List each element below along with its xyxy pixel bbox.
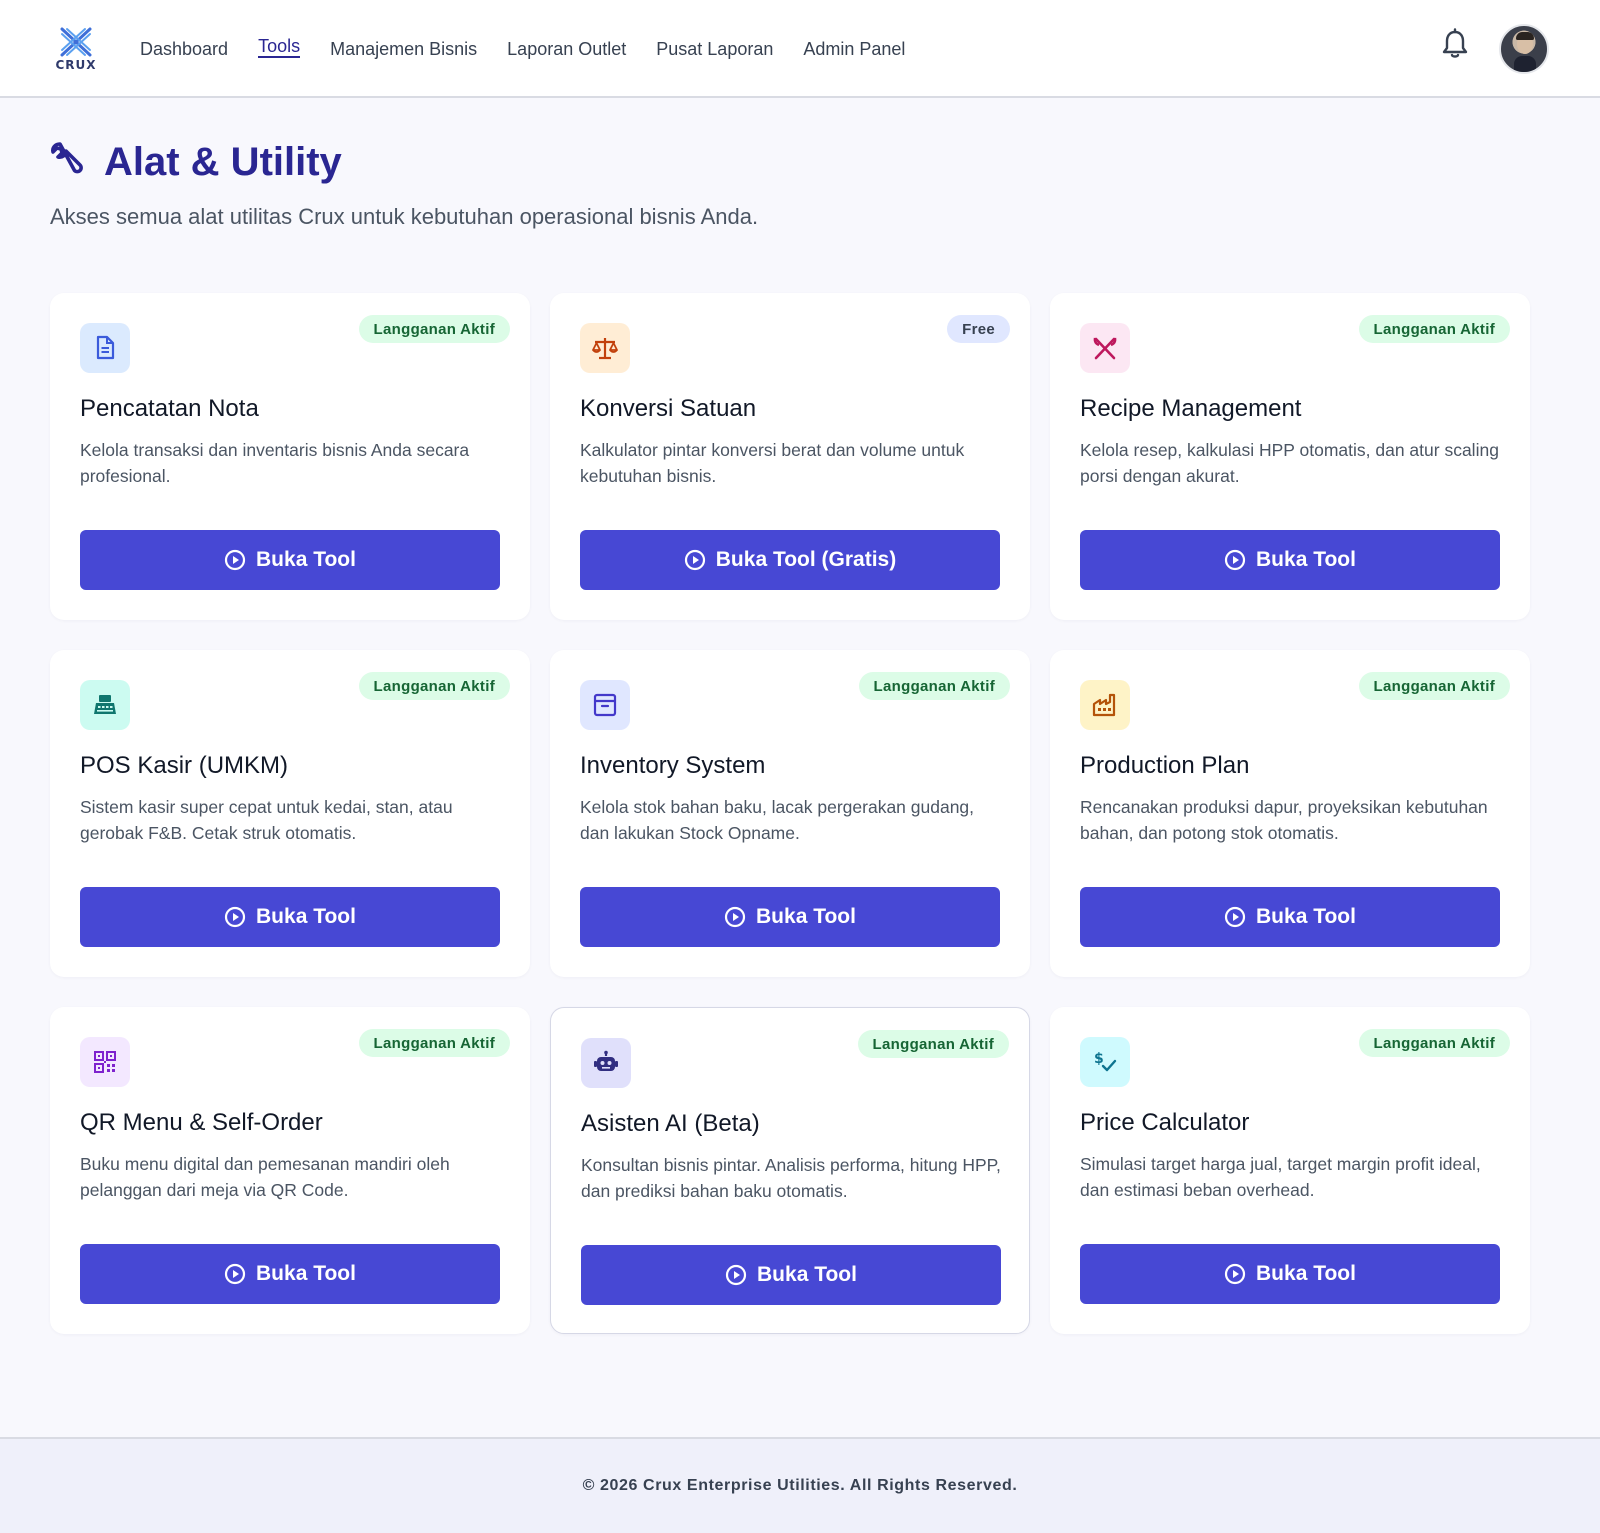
card-title: Konversi Satuan [580, 395, 757, 422]
play-circle-icon [684, 549, 705, 571]
dollar-check-icon: $ [1080, 1037, 1130, 1087]
nav-laporan-outlet[interactable]: Laporan Outlet [507, 0, 626, 98]
svg-text:$: $ [1094, 1051, 1104, 1067]
document-icon [80, 323, 130, 373]
tool-card-asisten-ai: Langganan Aktif Asisten AI (Beta) Konsul… [550, 1007, 1030, 1334]
nav-tools[interactable]: Tools [258, 0, 301, 95]
nav-admin-panel[interactable]: Admin Panel [803, 0, 905, 98]
main-nav: Dashboard Tools Manajemen Bisnis Laporan… [140, 0, 935, 98]
robot-icon [581, 1038, 631, 1088]
status-badge: Langganan Aktif [1358, 672, 1510, 700]
card-description: Kalkulator pintar konversi berat dan vol… [580, 440, 965, 486]
crux-logo-mark-icon [60, 27, 92, 57]
user-avatar[interactable] [1499, 24, 1549, 74]
card-description: Sistem kasir super cepat untuk kedai, st… [80, 797, 453, 843]
tool-card-price-calculator: $ Langganan Aktif Price Calculator Simul… [1050, 1007, 1530, 1334]
open-tool-button[interactable]: Buka Tool [580, 887, 1000, 947]
play-circle-icon [224, 549, 246, 571]
page-footer: © 2026 Crux Enterprise Utilities. All Ri… [0, 1437, 1600, 1533]
card-title: Pencatatan Nota [80, 395, 259, 422]
play-circle-icon [724, 906, 746, 928]
button-label: Buka Tool [256, 548, 356, 571]
card-description: Konsultan bisnis pintar. Analisis perfor… [581, 1155, 1001, 1201]
crux-logo[interactable]: CRUX [54, 26, 98, 74]
card-title: QR Menu & Self-Order [80, 1109, 323, 1136]
status-badge: Free [947, 315, 1010, 343]
card-title: Production Plan [1080, 752, 1250, 779]
button-label: Buka Tool [1256, 548, 1356, 571]
tool-card-konversi-satuan: Free Konversi Satuan Kalkulator pintar k… [550, 293, 1030, 620]
qr-code-icon [80, 1037, 130, 1087]
open-tool-button[interactable]: Buka Tool (Gratis) [580, 530, 1000, 590]
status-badge: Langganan Aktif [858, 672, 1010, 700]
card-description: Rencanakan produksi dapur, proyeksikan k… [1080, 797, 1488, 843]
open-tool-button[interactable]: Buka Tool [1080, 530, 1500, 590]
card-title: Recipe Management [1080, 395, 1302, 422]
play-circle-icon [224, 906, 246, 928]
status-badge: Langganan Aktif [358, 672, 510, 700]
card-description: Buku menu digital dan pemesanan mandiri … [80, 1154, 450, 1200]
archive-box-icon [580, 680, 630, 730]
open-tool-button[interactable]: Buka Tool [80, 887, 500, 947]
play-circle-icon [725, 1264, 747, 1286]
status-badge: Langganan Aktif [1358, 315, 1510, 343]
nav-dashboard[interactable]: Dashboard [140, 0, 228, 98]
open-tool-button[interactable]: Buka Tool [1080, 887, 1500, 947]
card-title: Inventory System [580, 752, 766, 779]
status-badge: Langganan Aktif [358, 1029, 510, 1057]
wrench-icon [51, 142, 83, 174]
open-tool-button[interactable]: Buka Tool [1080, 1244, 1500, 1304]
status-badge: Langganan Aktif [1358, 1029, 1510, 1057]
utensils-icon [1080, 323, 1130, 373]
button-label: Buka Tool [1256, 905, 1356, 928]
status-badge: Langganan Aktif [358, 315, 510, 343]
top-navbar: CRUX Dashboard Tools Manajemen Bisnis La… [0, 0, 1600, 98]
card-description: Kelola stok bahan baku, lacak pergerakan… [580, 797, 975, 843]
nav-manajemen-bisnis[interactable]: Manajemen Bisnis [330, 0, 477, 98]
card-title: Asisten AI (Beta) [581, 1110, 760, 1137]
card-description: Kelola transaksi dan inventaris bisnis A… [80, 440, 470, 486]
card-description: Simulasi target harga jual, target margi… [1080, 1154, 1481, 1200]
button-label: Buka Tool [756, 905, 856, 928]
status-badge: Langganan Aktif [857, 1030, 1009, 1058]
bell-icon[interactable] [1441, 28, 1469, 60]
page-title: Alat & Utility [104, 140, 342, 184]
tool-card-recipe-management: Langganan Aktif Recipe Management Kelola… [1050, 293, 1530, 620]
button-label: Buka Tool [1256, 1262, 1356, 1285]
play-circle-icon [1224, 549, 1246, 571]
open-tool-button[interactable]: Buka Tool [80, 1244, 500, 1304]
card-description: Kelola resep, kalkulasi HPP otomatis, da… [1080, 440, 1499, 486]
tool-card-pencatatan-nota: Langganan Aktif Pencatatan Nota Kelola t… [50, 293, 530, 620]
card-title: Price Calculator [1080, 1109, 1250, 1136]
tool-card-inventory-system: Langganan Aktif Inventory System Kelola … [550, 650, 1030, 977]
page-header: Alat & Utility Akses semua alat utilitas… [50, 138, 1050, 230]
page-subtitle: Akses semua alat utilitas Crux untuk keb… [50, 204, 759, 229]
tool-card-production-plan: Langganan Aktif Production Plan Rencanak… [1050, 650, 1530, 977]
footer-copyright: © 2026 Crux Enterprise Utilities. All Ri… [582, 1477, 1018, 1494]
tool-card-pos-kasir: Langganan Aktif POS Kasir (UMKM) Sistem … [50, 650, 530, 977]
open-tool-button[interactable]: Buka Tool [581, 1245, 1001, 1305]
nav-pusat-laporan[interactable]: Pusat Laporan [656, 0, 773, 98]
cash-register-icon [80, 680, 130, 730]
logo-text: CRUX [55, 58, 97, 72]
button-label: Buka Tool [757, 1263, 857, 1286]
tool-card-qr-menu: Langganan Aktif QR Menu & Self-Order Buk… [50, 1007, 530, 1334]
button-label: Buka Tool [256, 1262, 356, 1285]
factory-icon [1080, 680, 1130, 730]
play-circle-icon [224, 1263, 246, 1285]
play-circle-icon [1224, 906, 1246, 928]
card-title: POS Kasir (UMKM) [80, 752, 289, 779]
open-tool-button[interactable]: Buka Tool [80, 530, 500, 590]
play-circle-icon [1224, 1263, 1246, 1285]
button-label: Buka Tool [256, 905, 356, 928]
scale-icon [580, 323, 630, 373]
button-label: Buka Tool (Gratis) [715, 548, 897, 571]
